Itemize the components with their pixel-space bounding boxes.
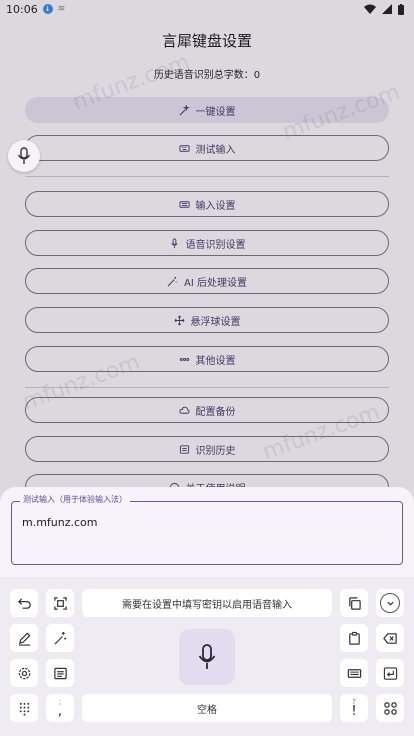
- status-time: 10:06: [6, 2, 38, 16]
- button-label: 悬浮球设置: [190, 316, 241, 328]
- chevron-down-icon: [380, 593, 400, 613]
- recognition-history-button[interactable]: 识别历史: [25, 436, 389, 462]
- comma-key[interactable]: ; ,: [46, 694, 74, 722]
- backspace-icon: [382, 632, 397, 644]
- button-label: 识别历史: [195, 445, 236, 457]
- test-input-value: m.mfunz.com: [22, 516, 98, 529]
- keyboard-icon: [178, 200, 190, 208]
- wifi-icon: [364, 4, 376, 14]
- button-label: 配置备份: [195, 406, 236, 418]
- undo-key[interactable]: [10, 589, 38, 617]
- keyboard-icon: [178, 144, 190, 152]
- download-icon: ↓: [42, 4, 53, 14]
- grid-icon: [383, 701, 397, 715]
- copy-icon: [348, 596, 361, 610]
- test-input-label: 测试输入（用于体验输入法）: [20, 494, 130, 505]
- test-input-button[interactable]: 测试输入: [25, 135, 389, 161]
- button-label: 测试输入: [195, 144, 236, 156]
- divider: [25, 176, 389, 177]
- total-chars-count: 历史语音识别总字数：0: [153, 70, 261, 81]
- gear-icon: [18, 667, 30, 679]
- status-bar: 10:06 ↓ ≋: [0, 0, 414, 18]
- test-input-sheet: 测试输入（用于体验输入法） m.mfunz.com 需要在设置中填写密钥以启用语…: [0, 487, 414, 736]
- battery-icon: [398, 3, 404, 15]
- wand-icon: [53, 631, 66, 645]
- divider: [25, 387, 389, 388]
- settings-key[interactable]: [10, 659, 38, 687]
- more-icon: [179, 357, 189, 361]
- enter-key[interactable]: [376, 659, 404, 687]
- switch-keyboard-key[interactable]: [340, 659, 368, 687]
- space-key[interactable]: 空格: [82, 694, 332, 722]
- wand-icon: [167, 276, 177, 286]
- voice-hint-bar: 需要在设置中填写密钥以启用语音输入: [82, 589, 332, 617]
- numpad-key[interactable]: [10, 694, 38, 722]
- notification-icon: ≋: [57, 4, 66, 14]
- select-all-key[interactable]: [46, 589, 74, 617]
- ai-process-key[interactable]: [46, 624, 74, 652]
- history-icon: [179, 444, 189, 454]
- voice-input-button[interactable]: [179, 629, 235, 685]
- clipboard-icon: [348, 631, 360, 645]
- mic-icon: [170, 237, 178, 248]
- exclaim-label: !: [351, 703, 357, 719]
- voice-recognition-settings-button[interactable]: 语音识别设置: [25, 230, 389, 256]
- input-settings-button[interactable]: 输入设置: [25, 191, 389, 217]
- move-icon: [174, 315, 184, 325]
- collapse-keyboard-key[interactable]: [376, 589, 404, 617]
- mic-icon: [17, 147, 31, 164]
- button-label: 一键设置: [195, 106, 236, 118]
- test-input-field[interactable]: 测试输入（用于体验输入法） m.mfunz.com: [11, 494, 403, 565]
- comma-label: ,: [57, 703, 63, 719]
- cloud-icon: [178, 406, 190, 414]
- signal-icon: [382, 4, 392, 14]
- list-icon: [53, 667, 67, 679]
- config-backup-button[interactable]: 配置备份: [25, 397, 389, 423]
- edit-key[interactable]: [10, 624, 38, 652]
- page-title: 言犀键盘设置: [161, 32, 252, 50]
- undo-icon: [17, 597, 31, 609]
- magic-icon: [179, 104, 190, 115]
- pencil-icon: [18, 631, 31, 646]
- backspace-key[interactable]: [376, 624, 404, 652]
- button-label: 输入设置: [195, 200, 236, 212]
- mic-icon: [198, 644, 216, 669]
- dialpad-icon: [19, 702, 29, 716]
- select-all-icon: [53, 596, 67, 610]
- button-label: 语音识别设置: [185, 239, 246, 251]
- more-keys-key[interactable]: [376, 694, 404, 722]
- history-key[interactable]: [46, 659, 74, 687]
- keyboard-icon: [347, 668, 361, 678]
- button-label: 其他设置: [195, 355, 236, 367]
- ai-postprocess-settings-button[interactable]: AI 后处理设置: [25, 268, 389, 294]
- floating-ball-settings-button[interactable]: 悬浮球设置: [25, 307, 389, 333]
- floating-mic-button[interactable]: [8, 140, 40, 172]
- exclaim-key[interactable]: ? !: [340, 694, 368, 722]
- enter-icon: [383, 666, 397, 680]
- copy-key[interactable]: [340, 589, 368, 617]
- button-label: AI 后处理设置: [184, 277, 247, 289]
- one-click-setup-button[interactable]: 一键设置: [25, 97, 389, 123]
- keyboard: 需要在设置中填写密钥以启用语音输入 ; , 空格 ? !: [0, 577, 414, 736]
- other-settings-button[interactable]: 其他设置: [25, 346, 389, 372]
- paste-key[interactable]: [340, 624, 368, 652]
